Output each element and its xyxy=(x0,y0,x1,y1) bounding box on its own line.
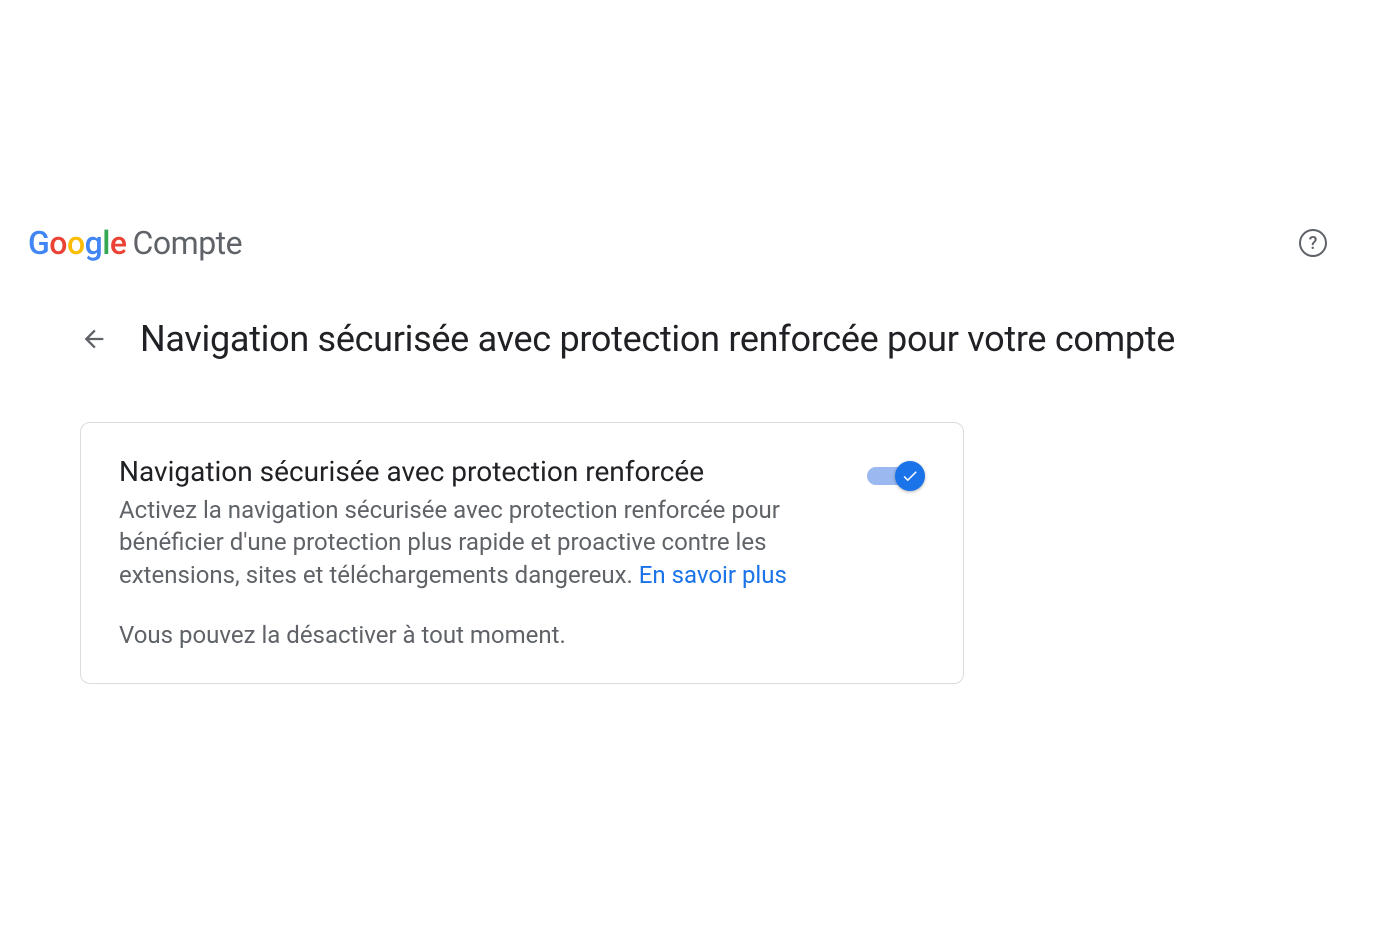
card-title: Navigation sécurisée avec protection ren… xyxy=(119,455,829,488)
setting-card: Navigation sécurisée avec protection ren… xyxy=(80,422,964,684)
app-header: Google Compte ? xyxy=(0,224,1400,262)
card-note: Vous pouvez la désactiver à tout moment. xyxy=(119,621,925,649)
enhanced-safe-browsing-toggle[interactable] xyxy=(867,461,925,491)
page-title: Navigation sécurisée avec protection ren… xyxy=(140,318,1175,360)
help-icon[interactable]: ? xyxy=(1299,229,1327,257)
back-arrow-icon[interactable] xyxy=(78,323,110,355)
logo-area: Google Compte xyxy=(28,224,242,262)
toggle-thumb xyxy=(895,461,925,491)
google-logo: Google xyxy=(28,224,127,262)
card-header-row: Navigation sécurisée avec protection ren… xyxy=(119,455,925,591)
checkmark-icon xyxy=(901,467,919,485)
account-product-label: Compte xyxy=(133,224,243,262)
card-text-block: Navigation sécurisée avec protection ren… xyxy=(119,455,829,591)
learn-more-link[interactable]: En savoir plus xyxy=(639,561,787,589)
page-title-row: Navigation sécurisée avec protection ren… xyxy=(78,318,1175,360)
card-description: Activez la navigation sécurisée avec pro… xyxy=(119,494,829,591)
